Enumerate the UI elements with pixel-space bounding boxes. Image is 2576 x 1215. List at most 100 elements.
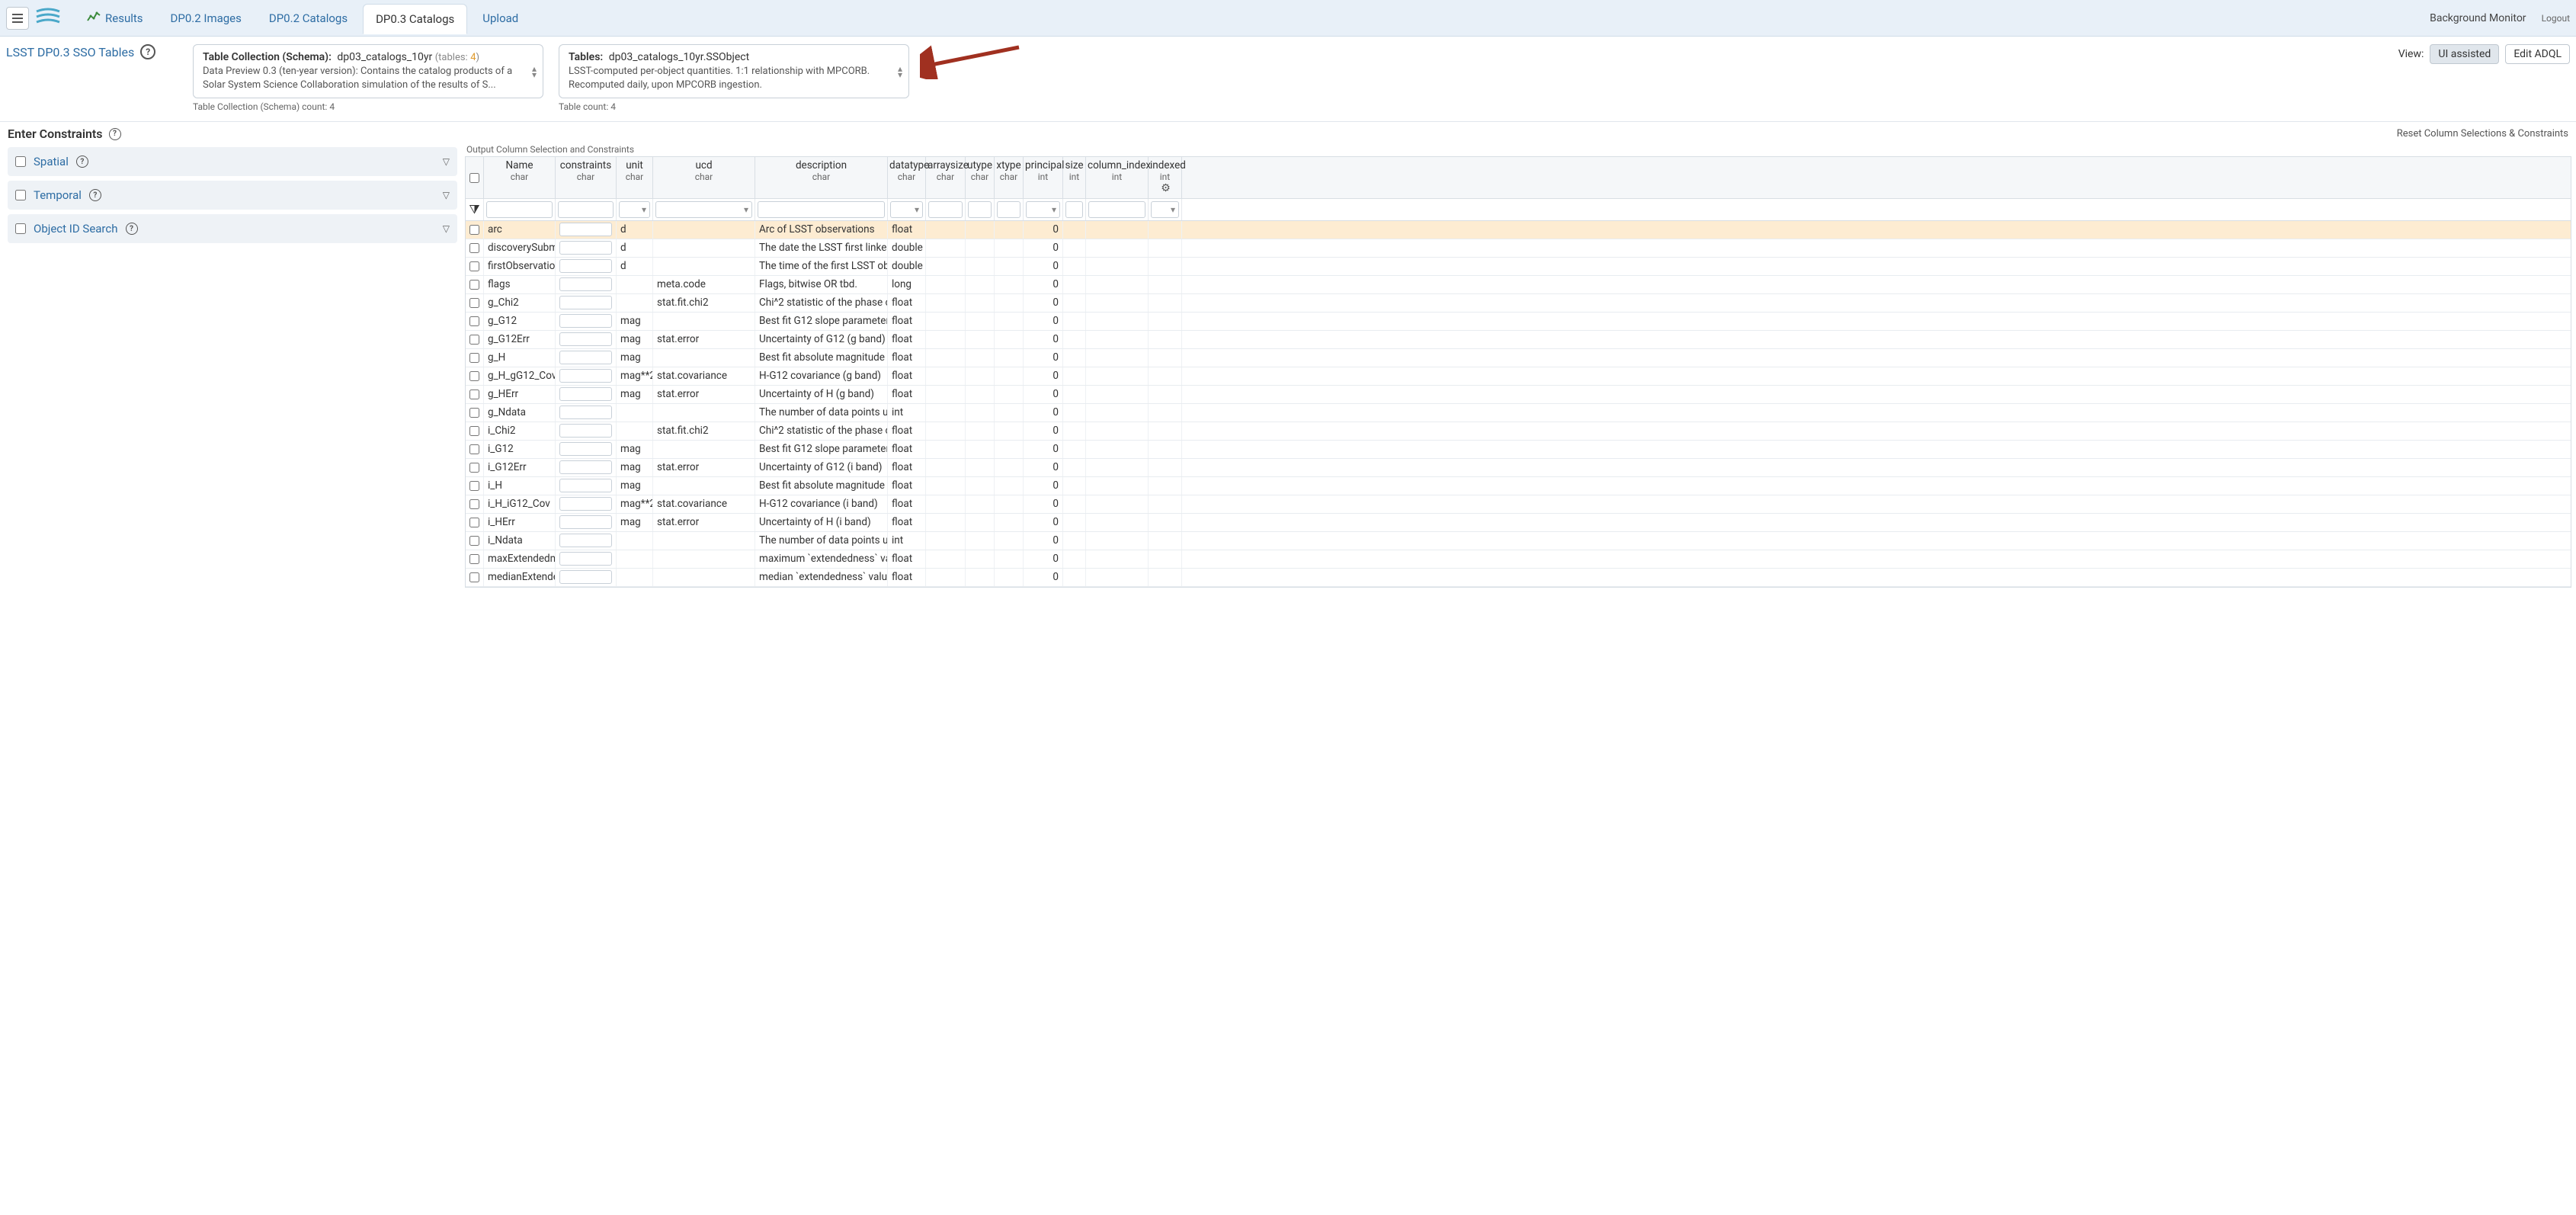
column-header[interactable]: column_indexint <box>1086 157 1149 198</box>
accordion-spatial[interactable]: Spatial ? ▽ <box>8 147 457 176</box>
row-checkbox[interactable] <box>469 499 479 509</box>
constraint-input[interactable] <box>559 479 612 492</box>
constraint-input[interactable] <box>559 296 612 309</box>
filter-column-index-input[interactable] <box>1088 201 1145 218</box>
help-icon[interactable]: ? <box>76 155 88 168</box>
schema-picker[interactable]: Table Collection (Schema): dp03_catalogs… <box>193 44 543 98</box>
column-header[interactable]: descriptionchar <box>755 157 888 198</box>
row-checkbox[interactable] <box>469 298 479 308</box>
spatial-checkbox[interactable] <box>15 156 26 167</box>
constraint-input[interactable] <box>559 460 612 474</box>
object-id-checkbox[interactable] <box>15 223 26 234</box>
view-edit-adql-button[interactable]: Edit ADQL <box>2505 44 2570 64</box>
help-icon[interactable]: ? <box>109 128 121 140</box>
column-header[interactable]: Namechar <box>484 157 556 198</box>
filter-indexed-dropdown[interactable]: ▾ <box>1151 201 1179 218</box>
row-checkbox[interactable] <box>469 444 479 454</box>
row-checkbox[interactable] <box>469 554 479 564</box>
filter-arraysize-input[interactable] <box>928 201 963 218</box>
constraint-input[interactable] <box>559 241 612 255</box>
select-all-checkbox[interactable] <box>469 173 479 183</box>
table-row[interactable]: i_HErrmagstat.errorUncertainty of H (i b… <box>466 514 2571 532</box>
help-icon[interactable]: ? <box>140 44 155 59</box>
row-checkbox[interactable] <box>469 225 479 235</box>
row-checkbox[interactable] <box>469 353 479 363</box>
background-monitor-link[interactable]: Background Monitor <box>2430 12 2526 24</box>
row-checkbox[interactable] <box>469 243 479 253</box>
filter-constraints-input[interactable] <box>558 201 614 218</box>
table-row[interactable]: i_NdataThe number of data points used to… <box>466 532 2571 550</box>
row-checkbox[interactable] <box>469 371 479 381</box>
filter-icon[interactable]: ⧩ <box>469 202 479 217</box>
table-row[interactable]: g_G12Errmagstat.errorUncertainty of G12 … <box>466 331 2571 349</box>
column-header[interactable]: sizeint <box>1063 157 1086 198</box>
table-row[interactable]: g_G12magBest fit G12 slope parameter (g … <box>466 313 2571 331</box>
view-ui-assisted-button[interactable]: UI assisted <box>2430 44 2499 64</box>
column-header[interactable]: arraysizechar <box>926 157 966 198</box>
constraint-input[interactable] <box>559 552 612 566</box>
table-row[interactable]: i_H_iG12_Covmag**2stat.covarianceH-G12 c… <box>466 495 2571 514</box>
column-header[interactable]: xtypechar <box>995 157 1024 198</box>
constraint-input[interactable] <box>559 406 612 419</box>
row-checkbox[interactable] <box>469 572 479 582</box>
table-row[interactable]: maxExtendednessmaximum `extendedness` va… <box>466 550 2571 569</box>
constraint-input[interactable] <box>559 259 612 273</box>
column-header[interactable]: unitchar <box>617 157 653 198</box>
row-checkbox[interactable] <box>469 280 479 290</box>
help-icon[interactable]: ? <box>89 189 101 201</box>
row-checkbox[interactable] <box>469 426 479 436</box>
filter-xtype-input[interactable] <box>997 201 1020 218</box>
constraint-input[interactable] <box>559 369 612 383</box>
tab-upload[interactable]: Upload <box>470 4 530 33</box>
constraint-input[interactable] <box>559 497 612 511</box>
table-row[interactable]: g_H_gG12_Covmag**2stat.covarianceH-G12 c… <box>466 367 2571 386</box>
tab-dp03-catalogs[interactable]: DP0.3 Catalogs <box>363 4 467 34</box>
table-row[interactable]: g_Chi2stat.fit.chi2Chi^2 statistic of th… <box>466 294 2571 313</box>
table-row[interactable]: i_Chi2stat.fit.chi2Chi^2 statistic of th… <box>466 422 2571 441</box>
table-row[interactable]: medianExtendednessmedian `extendedness` … <box>466 569 2571 587</box>
tab-dp02-images[interactable]: DP0.2 Images <box>159 4 254 33</box>
table-row[interactable]: g_HmagBest fit absolute magnitude (g ban… <box>466 349 2571 367</box>
column-header[interactable]: indexedint⚙ <box>1149 157 1182 198</box>
constraint-input[interactable] <box>559 314 612 328</box>
row-checkbox[interactable] <box>469 463 479 473</box>
gear-icon[interactable]: ⚙ <box>1161 182 1171 194</box>
column-header[interactable]: constraintschar <box>556 157 617 198</box>
column-header[interactable]: ucdchar <box>653 157 755 198</box>
constraint-input[interactable] <box>559 223 612 236</box>
row-checkbox[interactable] <box>469 518 479 527</box>
tab-results[interactable]: Results <box>75 4 155 33</box>
column-header[interactable]: principalint <box>1024 157 1063 198</box>
constraint-input[interactable] <box>559 534 612 547</box>
filter-utype-input[interactable] <box>968 201 992 218</box>
row-checkbox[interactable] <box>469 408 479 418</box>
filter-ucd-dropdown[interactable]: ▾ <box>655 201 752 218</box>
filter-unit-dropdown[interactable]: ▾ <box>619 201 650 218</box>
row-checkbox[interactable] <box>469 481 479 491</box>
help-icon[interactable]: ? <box>126 223 138 235</box>
logout-link[interactable]: Logout <box>2542 13 2570 24</box>
constraint-input[interactable] <box>559 570 612 584</box>
constraint-input[interactable] <box>559 332 612 346</box>
table-row[interactable]: discoverySubmissionDatedThe date the LSS… <box>466 239 2571 258</box>
table-row[interactable]: i_HmagBest fit absolute magnitude (i ban… <box>466 477 2571 495</box>
accordion-object-id[interactable]: Object ID Search ? ▽ <box>8 214 457 243</box>
table-row[interactable]: g_NdataThe number of data points used to… <box>466 404 2571 422</box>
column-header[interactable]: utypechar <box>966 157 995 198</box>
constraint-input[interactable] <box>559 387 612 401</box>
table-row[interactable]: flagsmeta.codeFlags, bitwise OR tbd.long… <box>466 276 2571 294</box>
table-row[interactable]: g_HErrmagstat.errorUncertainty of H (g b… <box>466 386 2571 404</box>
table-row[interactable]: firstObservationDatedThe time of the fir… <box>466 258 2571 276</box>
constraint-input[interactable] <box>559 515 612 529</box>
filter-principal-dropdown[interactable]: ▾ <box>1026 201 1060 218</box>
temporal-checkbox[interactable] <box>15 190 26 200</box>
table-row[interactable]: i_G12Errmagstat.errorUncertainty of G12 … <box>466 459 2571 477</box>
tab-dp02-catalogs[interactable]: DP0.2 Catalogs <box>257 4 360 33</box>
constraint-input[interactable] <box>559 442 612 456</box>
constraint-input[interactable] <box>559 424 612 438</box>
constraint-input[interactable] <box>559 277 612 291</box>
row-checkbox[interactable] <box>469 261 479 271</box>
table-picker[interactable]: Tables: dp03_catalogs_10yr.SSObject LSST… <box>559 44 909 98</box>
constraint-input[interactable] <box>559 351 612 364</box>
filter-datatype-dropdown[interactable]: ▾ <box>890 201 923 218</box>
